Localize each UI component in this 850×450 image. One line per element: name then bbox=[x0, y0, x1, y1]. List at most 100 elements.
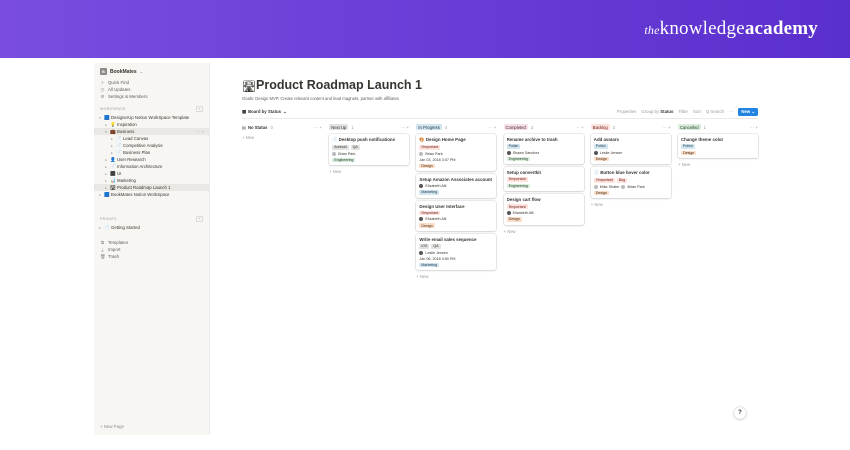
assignee-name: Shawn Sanchez bbox=[512, 150, 540, 155]
column-actions[interactable]: ··· + bbox=[314, 125, 322, 130]
expand-toggle-icon[interactable]: ▸ bbox=[104, 165, 108, 169]
expand-toggle-icon[interactable]: ▸ bbox=[104, 123, 108, 127]
sidebar-tree-label: Business bbox=[117, 129, 135, 134]
filter-button[interactable]: Filter bbox=[678, 109, 688, 114]
category-badge: Marketing bbox=[419, 262, 440, 268]
import-icon: ⤓ bbox=[101, 247, 104, 252]
sidebar-tree-item[interactable]: ▸ 📄 Information Architecture bbox=[94, 163, 209, 170]
task-card[interactable]: 📄Button blue hover color ‼Important Bug Mik… bbox=[590, 167, 671, 199]
task-card[interactable]: Setup Amazon Associates account Elizabeth… bbox=[416, 174, 497, 198]
help-button[interactable]: ? bbox=[734, 407, 746, 419]
add-card-button[interactable]: + New bbox=[591, 202, 671, 207]
assignee-name: Elizabeth Alli bbox=[512, 210, 534, 215]
sidebar-tree-item[interactable]: ▸ 📊 Marketing bbox=[94, 177, 209, 184]
expand-toggle-icon[interactable]: ▾ bbox=[104, 130, 108, 134]
expand-toggle-icon[interactable]: ▸ bbox=[98, 193, 102, 197]
card-title: Write email sales sequence bbox=[419, 237, 493, 242]
task-card[interactable]: Setup convertkit ‼Important Engineering bbox=[503, 167, 584, 192]
sidebar-tree-item[interactable]: ▸ 📄 Getting Started bbox=[94, 224, 209, 231]
sidebar-item-label: Quick Find bbox=[108, 80, 129, 85]
expand-toggle-icon[interactable]: ▸ bbox=[110, 137, 114, 141]
column-count: 2 bbox=[612, 124, 616, 130]
task-card[interactable]: Rename archive to trash Polish Shawn Sanch… bbox=[503, 134, 584, 165]
card-title-text: Write email sales sequence bbox=[419, 236, 477, 242]
no-status-icon: ▤ bbox=[242, 124, 246, 130]
column-actions[interactable]: ··· + bbox=[575, 125, 583, 130]
page-icon: 📄 bbox=[116, 135, 122, 141]
expand-toggle-icon[interactable]: ▸ bbox=[104, 186, 108, 190]
column-actions[interactable]: ··· + bbox=[401, 125, 409, 130]
assignee-name: Mike Shafer bbox=[599, 184, 620, 189]
column-actions[interactable]: ··· + bbox=[488, 125, 496, 130]
sidebar-tree-item[interactable]: ▸ 📄 Competitive Analysis bbox=[94, 142, 209, 149]
sidebar-tree-item[interactable]: ▸ 💡 Inspiration bbox=[94, 121, 209, 128]
expand-toggle-icon[interactable]: ▸ bbox=[104, 179, 108, 183]
sidebar-item-settings-members[interactable]: ⚙ Settings & Members bbox=[94, 93, 209, 100]
kanban-board: ▤ No Status 0 ··· + + New Next Up 1 ··· + 📄Deskt… bbox=[242, 123, 758, 423]
properties-button[interactable]: Properties bbox=[617, 109, 637, 114]
expand-toggle-icon[interactable]: ▾ bbox=[98, 116, 102, 120]
group-by-button[interactable]: Group by Status bbox=[641, 109, 673, 114]
page-icon: 📄 bbox=[104, 224, 110, 230]
expand-toggle-icon[interactable]: ▸ bbox=[104, 172, 108, 176]
page-emoji-icon[interactable]: 🛣 bbox=[242, 80, 256, 93]
sidebar-tree-item[interactable]: ▸ 👤 User Research bbox=[94, 156, 209, 163]
sidebar-item-templates[interactable]: ⧉ Templates bbox=[94, 239, 209, 246]
sidebar-item-trash[interactable]: 🗑 Trash bbox=[94, 253, 209, 260]
expand-toggle-icon[interactable]: ▸ bbox=[110, 151, 114, 155]
sort-button[interactable]: Sort bbox=[693, 109, 701, 114]
page-icon: 💡 bbox=[110, 121, 116, 127]
category-badge: Engineering bbox=[506, 156, 530, 162]
column-actions[interactable]: ··· + bbox=[750, 125, 758, 130]
column-name: No Status bbox=[247, 124, 268, 130]
add-card-button[interactable]: + New bbox=[329, 169, 409, 174]
task-card[interactable]: Design cart flow ‼Important Elizabeth Alli… bbox=[503, 194, 584, 225]
expand-toggle-icon[interactable]: ▸ bbox=[98, 226, 102, 230]
task-card[interactable]: 🎨Design Home Page ‼Important Brian Park Jan… bbox=[416, 134, 497, 172]
add-private-page-icon[interactable]: + bbox=[196, 216, 203, 222]
category-badge: Design bbox=[506, 216, 522, 222]
column-count: 1 bbox=[703, 124, 706, 130]
expand-toggle-icon[interactable]: ▸ bbox=[110, 144, 114, 148]
sidebar-tree-item[interactable]: ▸ 📄 Business Plan bbox=[94, 149, 209, 156]
add-card-button[interactable]: + New bbox=[416, 274, 496, 279]
main-content: 🛣 Product Roadmap Launch 1 Goals: Design… bbox=[210, 63, 758, 435]
sidebar-item-all-updates[interactable]: ◷ All Updates bbox=[94, 86, 209, 93]
sidebar-item-import[interactable]: ⤓ Import bbox=[94, 246, 209, 253]
sidebar-tree-item[interactable]: ▾ 🟦 DesignerUp Notion WorkSpace Template bbox=[94, 114, 209, 121]
sidebar-tree-item[interactable]: ▾ 💼 Business ··· + bbox=[94, 128, 209, 135]
task-card[interactable]: Add avatars Polish Leslie Jensen Design bbox=[590, 134, 671, 165]
task-card[interactable]: Design User Interface ‼Important Elizabeth… bbox=[416, 200, 497, 231]
column-header: Cancelled 1 ··· + bbox=[678, 123, 758, 131]
view-selector[interactable]: ▦ Board by Status ⌄ bbox=[242, 109, 287, 115]
column-actions[interactable]: ··· + bbox=[662, 125, 670, 130]
column-count: 1 bbox=[351, 124, 354, 130]
sidebar-tree-label: BookMates Notion WorkSpace bbox=[111, 192, 170, 197]
task-card[interactable]: Change theme color Polish Design bbox=[678, 134, 758, 159]
new-page-button[interactable]: + New Page bbox=[100, 424, 124, 429]
new-button[interactable]: New ⌄ bbox=[738, 107, 758, 116]
board-column: Cancelled 1 ··· + Change theme color Polish D… bbox=[678, 123, 758, 167]
card-assignees: Leslie Jensen bbox=[419, 250, 493, 255]
add-page-icon[interactable]: + bbox=[196, 106, 203, 112]
sidebar-item-quick-find[interactable]: ⌕ Quick Find bbox=[94, 79, 209, 86]
add-card-button[interactable]: + New bbox=[242, 135, 322, 140]
card-category-tags: Design bbox=[506, 216, 581, 222]
task-card[interactable]: 📄Desktop push notifications Android QA Bria… bbox=[329, 134, 410, 166]
sidebar-tree-item[interactable]: ▸ 🟦 BookMates Notion WorkSpace bbox=[94, 191, 209, 198]
expand-toggle-icon[interactable]: ▸ bbox=[104, 158, 108, 162]
workspace-switcher[interactable]: B BookMates ⌄ bbox=[94, 63, 209, 79]
search-button[interactable]: Q Search bbox=[706, 109, 724, 114]
card-page-icon: 📄 bbox=[332, 137, 338, 142]
sidebar-item-label: All Updates bbox=[108, 87, 131, 92]
sidebar-tree-item[interactable]: ▸ 🛣 Product Roadmap Launch 1 bbox=[94, 184, 209, 191]
page-title[interactable]: Product Roadmap Launch 1 bbox=[256, 78, 422, 92]
sidebar-tree-item[interactable]: ▸ ⬛ UI bbox=[94, 170, 209, 177]
more-options-button[interactable]: ··· bbox=[729, 109, 733, 114]
page-description[interactable]: Goals: Design MVP, Create relevant conte… bbox=[242, 96, 399, 101]
sidebar-tree-item[interactable]: ▸ 📄 Lead Canvas bbox=[94, 135, 209, 142]
page-actions[interactable]: ··· + bbox=[197, 129, 204, 134]
task-card[interactable]: Write email sales sequence iOS QA Leslie Je… bbox=[416, 233, 497, 271]
add-card-button[interactable]: + New bbox=[504, 229, 584, 234]
add-card-button[interactable]: + New bbox=[678, 162, 758, 167]
